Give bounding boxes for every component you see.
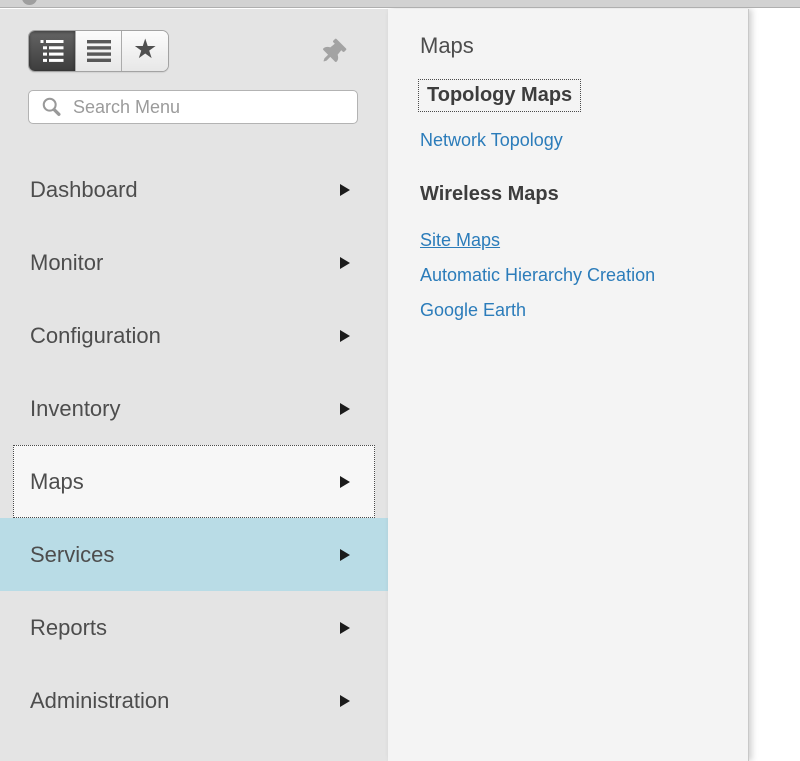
link-network-topology[interactable]: Network Topology [420,130,563,151]
sidebar-item-label: Reports [30,614,108,640]
browser-top-strip [0,0,800,8]
link-automatic-hierarchy-creation[interactable]: Automatic Hierarchy Creation [420,265,655,286]
link-site-maps[interactable]: Site Maps [420,230,500,251]
sidebar-item-services[interactable]: Services [0,518,388,591]
submenu-arrow-icon [340,329,350,342]
submenu-arrow-icon [340,694,350,707]
top-tab-blob [22,0,37,5]
submenu-arrow-icon [340,621,350,634]
sidebar-item-label: Maps [30,468,84,494]
maps-flyout-panel: Maps Topology Maps Network Topology Wire… [388,9,749,761]
link-google-earth[interactable]: Google Earth [420,300,526,321]
pin-menu-button[interactable] [316,36,348,68]
sidebar-item-administration[interactable]: Administration [0,664,388,737]
submenu-arrow-icon [340,475,350,488]
sidebar-item-label: Dashboard [30,176,138,202]
list-view-button[interactable] [75,31,123,71]
tree-list-icon [40,40,64,62]
submenu-arrow-icon [340,402,350,415]
main-menu: Dashboard Monitor Configuration Inventor… [0,153,388,737]
submenu-arrow-icon [340,548,350,561]
section-heading-topology-maps: Topology Maps [418,79,582,112]
submenu-arrow-icon [340,256,350,269]
sidebar-item-inventory[interactable]: Inventory [0,372,388,445]
sidebar-item-configuration[interactable]: Configuration [0,299,388,372]
flyout-title: Maps [420,33,474,58]
background-page [749,9,800,761]
submenu-arrow-icon [340,183,350,196]
tree-view-button[interactable] [29,31,76,71]
star-icon: ★ [133,34,158,64]
sidebar-item-reports[interactable]: Reports [0,591,388,664]
sidebar-item-label: Monitor [30,249,104,275]
pushpin-icon [322,38,346,62]
nav-sidebar: ★ Dashboard Monitor Configuration [0,9,388,761]
favorites-view-button[interactable]: ★ [122,31,168,71]
sidebar-item-dashboard[interactable]: Dashboard [0,153,388,226]
search-box [28,90,358,124]
sidebar-item-label: Administration [30,687,170,713]
search-input[interactable] [73,96,349,118]
sidebar-item-label: Services [30,541,115,567]
search-icon [41,96,63,118]
sidebar-item-label: Inventory [30,395,121,421]
sidebar-item-label: Configuration [30,322,161,348]
sidebar-item-maps[interactable]: Maps [13,445,375,518]
sidebar-item-monitor[interactable]: Monitor [0,226,388,299]
menu-view-toggle-group: ★ [28,30,169,72]
list-icon [86,40,111,62]
section-heading-wireless-maps: Wireless Maps [420,183,559,205]
